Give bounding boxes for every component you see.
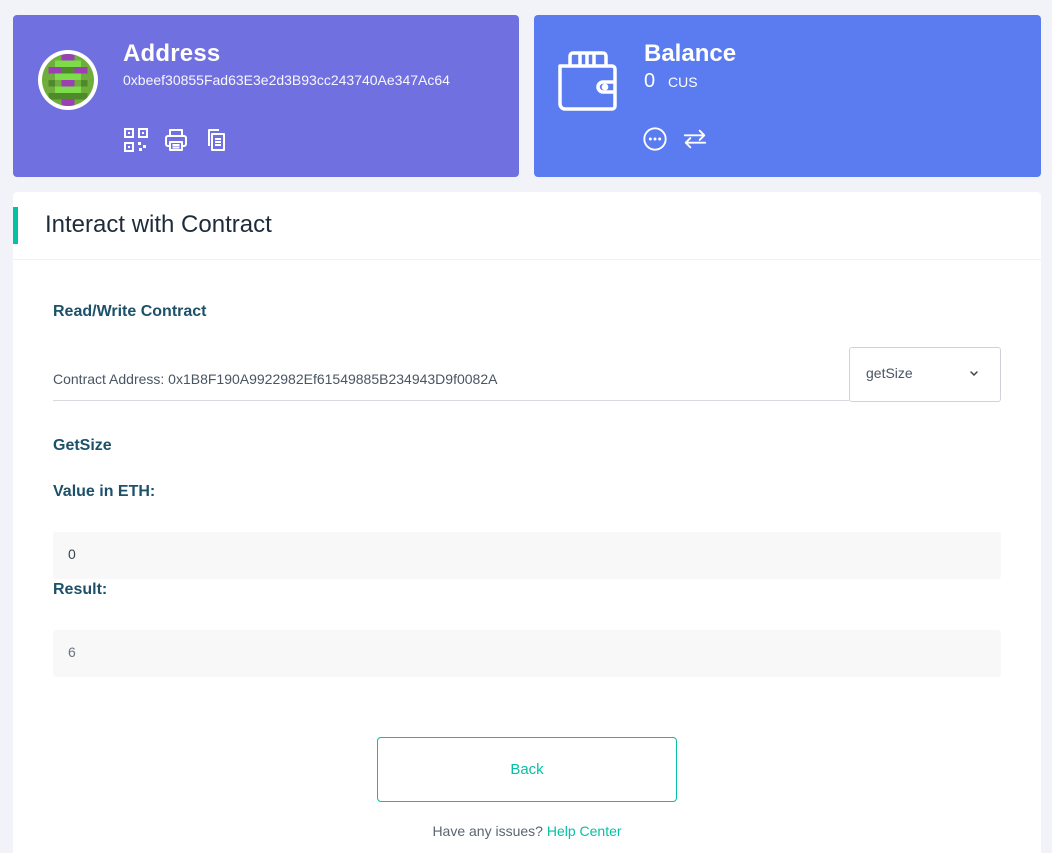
contract-address-field[interactable]: Contract Address: 0x1B8F190A9922982Ef615… [53,347,849,401]
address-card: Address 0xbeef30855Fad63E3e2d3B93cc24374… [13,15,519,177]
address-value: 0xbeef30855Fad63E3e2d3B93cc243740Ae347Ac… [123,72,450,88]
value-label: Value in ETH: [53,483,156,500]
function-label: GetSize [53,437,112,454]
qr-code-icon[interactable] [123,127,149,153]
read-write-label: Read/Write Contract [53,303,207,320]
panel-header: Interact with Contract [13,192,1041,260]
help-line: Have any issues? Help Center [13,823,1041,839]
function-select[interactable]: getSize [849,347,1001,402]
result-label: Result: [53,581,108,598]
help-text: Have any issues? [432,823,543,839]
back-button[interactable]: Back [377,737,677,802]
balance-amount: 0 [644,70,656,92]
result-text: 6 [68,644,76,660]
print-icon[interactable] [163,127,189,153]
page-title: Interact with Contract [45,211,272,238]
wallet-icon [556,48,620,117]
function-select-value: getSize [866,365,913,381]
help-center-link[interactable]: Help Center [547,823,622,839]
value-input[interactable]: 0 [53,532,1001,579]
avatar [38,50,98,110]
copy-icon[interactable] [203,127,229,153]
value-input-text: 0 [68,546,76,562]
contract-address-text: Contract Address: 0x1B8F190A9922982Ef615… [53,371,498,387]
chevron-down-icon [968,366,980,384]
swap-icon[interactable] [682,126,708,152]
more-icon[interactable] [642,126,668,152]
balance-card: Balance 0 CUS [534,15,1041,177]
accent-bar [13,207,18,244]
address-title: Address [123,40,221,67]
interact-panel: Interact with Contract Read/Write Contra… [13,192,1041,853]
balance-unit: CUS [668,74,698,90]
balance-title: Balance [644,40,737,67]
result-output: 6 [53,630,1001,677]
